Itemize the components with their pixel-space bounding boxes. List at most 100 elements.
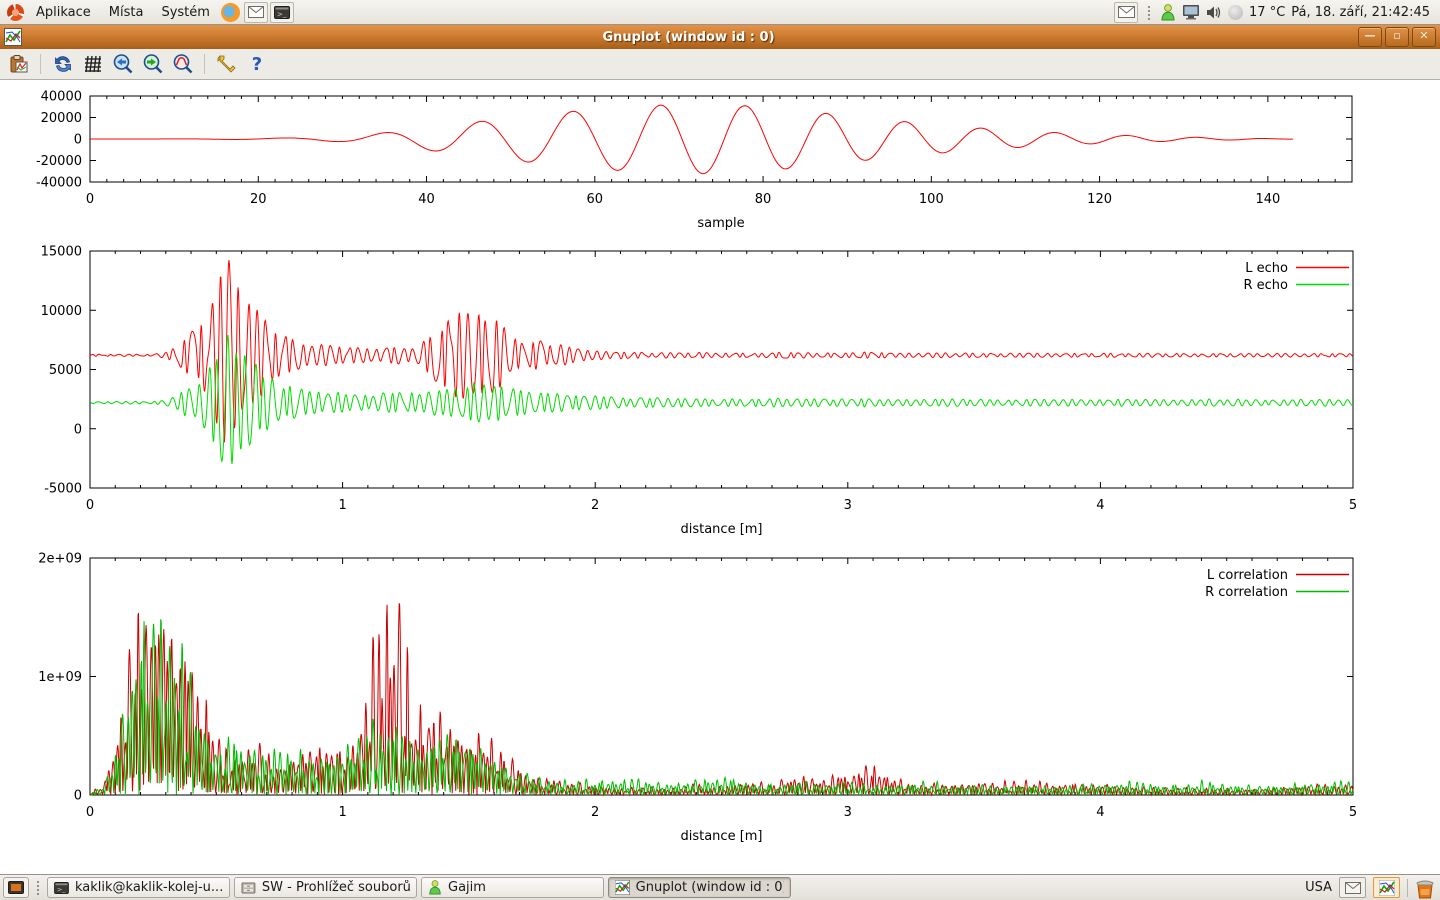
close-button[interactable]: ✕	[1412, 27, 1436, 47]
menu-system[interactable]: Systém	[153, 3, 217, 22]
ubuntu-logo-icon[interactable]	[4, 2, 26, 23]
toolbar-separator	[40, 54, 41, 74]
gnuplot-canvas: 02040608010012014040000200000-20000-4000…	[0, 80, 1440, 874]
previous-zoom-button[interactable]	[110, 52, 135, 77]
x-tick-label: 5	[1349, 805, 1357, 820]
x-tick-label: 40	[418, 192, 435, 207]
help-button[interactable]: ?	[244, 52, 269, 77]
gajim-status-icon[interactable]	[1160, 4, 1176, 21]
mail-notification-icon[interactable]	[1114, 2, 1138, 23]
wrench-icon	[216, 53, 238, 75]
gnuplot-toolbar: ?	[0, 49, 1440, 80]
mail-icon	[1118, 6, 1135, 18]
gnuplot-window-icon	[4, 28, 22, 46]
settings-button[interactable]	[214, 52, 239, 77]
autoscale-icon	[172, 53, 194, 75]
temperature-label[interactable]: 17 °C	[1249, 5, 1285, 20]
weather-icon[interactable]	[1228, 5, 1243, 20]
terminal-icon: >_	[274, 6, 290, 19]
x-tick-label: 0	[86, 805, 94, 820]
clock[interactable]: Pá, 18. září, 21:42:45	[1291, 5, 1430, 20]
x-tick-label: 2	[591, 805, 599, 820]
mail-launcher-icon[interactable]	[244, 2, 268, 23]
x-tick-label: 120	[1087, 192, 1112, 207]
x-tick-label: 3	[844, 805, 852, 820]
x-tick-label: 60	[587, 192, 604, 207]
x-tick-label: 4	[1096, 805, 1104, 820]
maximize-button[interactable]: ▫	[1385, 27, 1409, 47]
menu-applications[interactable]: Aplikace	[28, 3, 99, 22]
firefox-icon[interactable]	[220, 2, 242, 23]
taskbar: >_ kaklik@kaklik-kolej-u... SW - Prohlíž…	[0, 874, 1440, 900]
autoscale-button[interactable]	[170, 52, 195, 77]
tasklist-handle[interactable]	[36, 880, 40, 895]
series-r-correlation	[90, 619, 1353, 795]
series-ping	[90, 105, 1293, 173]
y-tick-label: -40000	[36, 176, 82, 191]
y-tick-label: 20000	[41, 111, 82, 126]
legend-label: R echo	[1243, 278, 1288, 293]
y-tick-label: -5000	[44, 482, 82, 497]
gnuplot-icon	[615, 880, 630, 895]
next-zoom-button[interactable]	[140, 52, 165, 77]
clipboard-icon	[9, 54, 29, 74]
toolbar-separator	[204, 54, 205, 74]
x-tick-label: 5	[1349, 498, 1357, 513]
x-tick-label: 0	[86, 192, 94, 207]
x-axis-label: distance [m]	[680, 829, 762, 844]
task-terminal[interactable]: >_ kaklik@kaklik-kolej-u...	[47, 877, 230, 898]
x-tick-label: 140	[1255, 192, 1280, 207]
gajim-icon	[428, 880, 442, 895]
x-tick-label: 1	[338, 498, 346, 513]
panel-indicators: 17 °C Pá, 18. září, 21:42:45	[1114, 2, 1436, 23]
svg-text:>_: >_	[57, 885, 66, 893]
y-tick-label: 1e+09	[38, 670, 82, 685]
refresh-icon	[53, 54, 73, 74]
help-icon: ?	[247, 53, 267, 75]
window-titlebar[interactable]: Gnuplot (window id : 0) — ▫ ✕	[0, 25, 1440, 49]
mail-icon	[248, 6, 264, 18]
keyboard-layout-indicator[interactable]: USA	[1305, 880, 1332, 895]
legend-label: R correlation	[1205, 585, 1288, 600]
taskbar-tray: USA	[1305, 877, 1437, 899]
legend-label: L echo	[1245, 261, 1288, 276]
file-manager-icon	[241, 882, 256, 894]
y-tick-label: 0	[74, 789, 82, 804]
x-tick-label: 20	[250, 192, 267, 207]
menu-places[interactable]: Místa	[101, 3, 152, 22]
y-tick-label: -20000	[36, 154, 82, 169]
tray-mail[interactable]	[1339, 877, 1366, 898]
show-desktop-icon	[8, 881, 24, 894]
x-tick-label: 100	[919, 192, 944, 207]
x-tick-label: 3	[844, 498, 852, 513]
x-tick-label: 80	[755, 192, 772, 207]
copy-to-clipboard-button[interactable]	[6, 52, 31, 77]
correlation-plot: 0123452e+091e+090distance [m]L correlati…	[38, 552, 1357, 845]
tray-divider	[1407, 879, 1408, 897]
task-file-manager[interactable]: SW - Prohlížeč souborů	[234, 877, 417, 898]
x-tick-label: 1	[338, 805, 346, 820]
y-tick-label: 2e+09	[38, 552, 82, 567]
y-tick-label: 5000	[49, 363, 82, 378]
applet-handle[interactable]	[1147, 5, 1151, 20]
tray-gnuplot[interactable]	[1373, 877, 1400, 898]
x-tick-label: 0	[86, 498, 94, 513]
minimize-button[interactable]: —	[1358, 27, 1382, 47]
x-tick-label: 4	[1096, 498, 1104, 513]
task-gnuplot[interactable]: Gnuplot (window id : 0)	[608, 877, 791, 898]
terminal-launcher-icon[interactable]: >_	[270, 2, 294, 23]
series-l-correlation	[90, 603, 1353, 795]
task-gajim[interactable]: Gajim	[421, 877, 604, 898]
gnuplot-plots[interactable]: 02040608010012014040000200000-20000-4000…	[0, 80, 1440, 874]
show-desktop-button[interactable]	[3, 877, 29, 898]
display-settings-icon[interactable]	[1182, 4, 1200, 20]
y-tick-label: 0	[74, 422, 82, 437]
y-tick-label: 15000	[41, 245, 82, 260]
trash-icon[interactable]	[1415, 877, 1435, 899]
mail-icon	[1345, 882, 1361, 894]
task-label: SW - Prohlížeč souborů	[262, 880, 410, 895]
volume-icon[interactable]	[1206, 5, 1222, 20]
toggle-grid-button[interactable]	[80, 52, 105, 77]
waveform-plot: 02040608010012014040000200000-20000-4000…	[36, 90, 1352, 232]
replot-button[interactable]	[50, 52, 75, 77]
